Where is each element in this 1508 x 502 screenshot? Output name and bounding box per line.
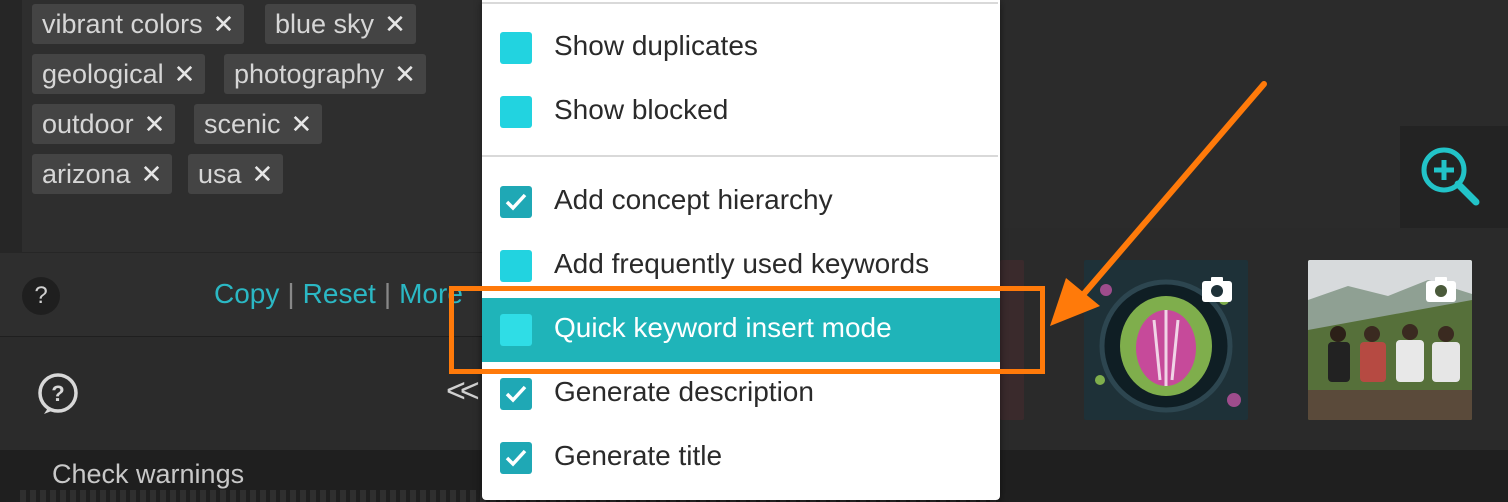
menu-item-show-duplicates[interactable]: Show duplicates <box>482 16 1000 80</box>
image-thumbnail[interactable] <box>1084 260 1248 420</box>
keyword-chip[interactable]: geological ✕ <box>32 54 206 94</box>
copy-link[interactable]: Copy <box>214 278 279 309</box>
check-warnings-link[interactable]: Check warnings <box>52 459 244 490</box>
keyword-chip-label: geological <box>42 59 164 89</box>
separator: | <box>383 278 392 309</box>
remove-keyword-icon[interactable]: ✕ <box>141 154 163 194</box>
help-button[interactable]: ? <box>22 277 60 315</box>
camera-icon <box>1426 277 1456 302</box>
keyword-chip[interactable]: scenic ✕ <box>194 104 323 144</box>
svg-text:?: ? <box>51 381 64 406</box>
keyword-chip-label: vibrant colors <box>42 9 203 39</box>
reset-link[interactable]: Reset <box>303 278 376 309</box>
menu-item-show-blocked[interactable]: Show blocked <box>482 80 1000 144</box>
menu-divider <box>482 155 998 157</box>
menu-item-generate-title[interactable]: Generate title <box>482 426 1000 490</box>
checkmark-icon <box>505 449 527 467</box>
keyword-chip[interactable]: arizona ✕ <box>32 154 173 194</box>
checkbox[interactable] <box>500 250 532 282</box>
image-thumbnail[interactable] <box>1308 260 1472 420</box>
zoom-button[interactable] <box>1400 126 1508 228</box>
checkbox[interactable] <box>500 96 532 128</box>
remove-keyword-icon[interactable]: ✕ <box>213 4 235 44</box>
checkmark-icon <box>505 385 527 403</box>
keyword-chip-label: arizona <box>42 159 131 189</box>
app-window: vibrant colors ✕ blue sky ✕ geological ✕… <box>0 0 1508 502</box>
remove-keyword-icon[interactable]: ✕ <box>291 104 313 144</box>
keyword-chip-label: blue sky <box>275 9 375 39</box>
menu-item-label: Add frequently used keywords <box>554 248 930 279</box>
keyword-chip[interactable]: usa ✕ <box>188 154 284 194</box>
annotation-highlight-box <box>449 286 1045 374</box>
checkbox-checked[interactable] <box>500 378 532 410</box>
menu-item-label: Generate description <box>554 376 814 407</box>
checkbox-checked[interactable] <box>500 442 532 474</box>
keyword-chip-label: photography <box>234 59 385 89</box>
remove-keyword-icon[interactable]: ✕ <box>252 154 274 194</box>
keyword-chip-label: scenic <box>204 109 281 139</box>
menu-item-add-concept-hierarchy[interactable]: Add concept hierarchy <box>482 170 1000 234</box>
keyword-chip-label: outdoor <box>42 109 134 139</box>
keyword-chip[interactable]: photography ✕ <box>224 54 426 94</box>
checkmark-icon <box>505 193 527 211</box>
collapse-chevron-icon[interactable]: << <box>446 372 480 411</box>
keyword-action-links: Copy | Reset | More <box>214 278 463 310</box>
checkbox-checked[interactable] <box>500 186 532 218</box>
menu-divider <box>482 2 998 4</box>
help-circle-icon[interactable]: ? <box>36 372 80 416</box>
keyword-chip[interactable]: outdoor ✕ <box>32 104 176 144</box>
checkbox[interactable] <box>500 32 532 64</box>
remove-keyword-icon[interactable]: ✕ <box>394 54 416 94</box>
separator: | <box>287 278 295 309</box>
menu-item-label: Show duplicates <box>554 30 758 61</box>
camera-icon <box>1202 277 1232 302</box>
remove-keyword-icon[interactable]: ✕ <box>174 54 196 94</box>
menu-item-label: Show blocked <box>554 94 729 125</box>
menu-item-label: Add concept hierarchy <box>554 184 833 215</box>
zoom-in-icon <box>1421 147 1480 206</box>
keyword-chip-label: usa <box>198 159 242 189</box>
remove-keyword-icon[interactable]: ✕ <box>384 4 406 44</box>
menu-item-label: Generate title <box>554 440 723 471</box>
keyword-chip[interactable]: blue sky ✕ <box>265 4 416 44</box>
keyword-chip[interactable]: vibrant colors ✕ <box>32 4 245 44</box>
remove-keyword-icon[interactable]: ✕ <box>144 104 166 144</box>
